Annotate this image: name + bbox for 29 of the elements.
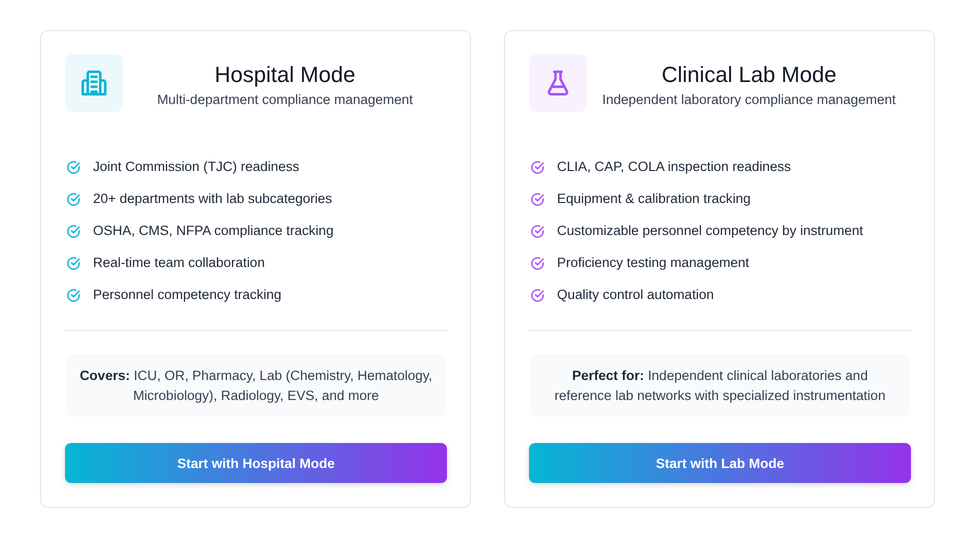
check-circle-icon (530, 224, 545, 238)
feature-text: OSHA, CMS, NFPA compliance tracking (93, 222, 334, 240)
check-circle-icon (530, 160, 545, 174)
check-circle-icon (530, 192, 545, 206)
feature-text: Equipment & calibration tracking (557, 190, 751, 208)
feature-text: CLIA, CAP, COLA inspection readiness (557, 158, 791, 176)
feature-text: Joint Commission (TJC) readiness (93, 158, 300, 176)
feature-text: Quality control automation (557, 286, 714, 304)
check-circle-icon (66, 288, 81, 302)
check-circle-icon (66, 160, 81, 174)
card-title: Hospital Mode (214, 62, 356, 88)
card-title: Clinical Lab Mode (660, 62, 838, 88)
feature-text: 20+ departments with lab subcategories (93, 190, 332, 208)
check-circle-icon (530, 256, 545, 270)
feature-text: Real-time team collaboration (93, 254, 265, 272)
card-subtitle: Independent laboratory compliance management (601, 92, 897, 107)
feature-text: Personnel competency tracking (93, 286, 282, 304)
check-circle-icon (66, 192, 81, 206)
feature-text: Proficiency testing management (557, 254, 750, 272)
card-subtitle: Multi-department compliance management (156, 92, 414, 107)
start-button[interactable]: Start with Hospital Mode (65, 443, 447, 483)
check-circle-icon (66, 256, 81, 270)
note-text: Covers: ICU, OR, Pharmacy, Lab (Chemistry, Hematology, Microbiology), Radiology, EVS, and more (79, 366, 433, 405)
check-circle-icon (66, 224, 81, 238)
check-circle-icon (530, 288, 545, 302)
start-button[interactable]: Start with Lab Mode (529, 443, 911, 483)
building-icon (79, 68, 109, 98)
feature-text: Customizable personnel competency by instrument (557, 222, 864, 240)
note-text: Perfect for: Independent clinical laboratories and reference lab networks with specialized instrumentation (554, 366, 886, 405)
